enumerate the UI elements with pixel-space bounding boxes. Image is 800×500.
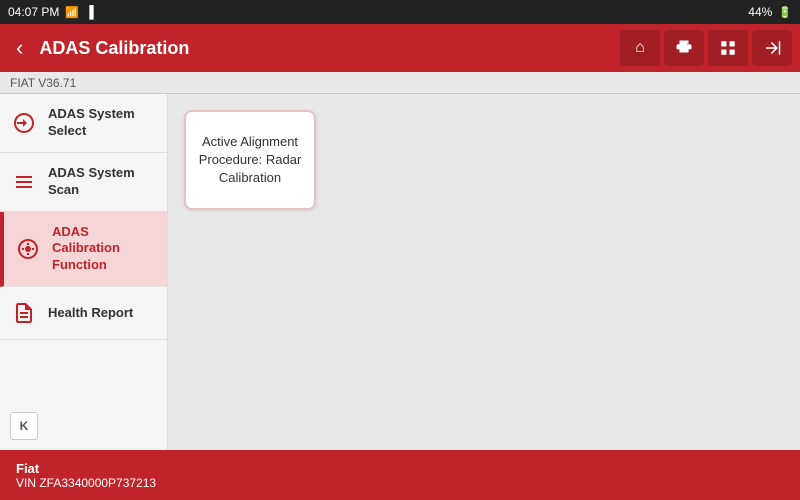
wifi-icon [65, 5, 79, 19]
active-alignment-label: Active Alignment Procedure: Radar Calibr… [196, 133, 304, 188]
content-area: ADAS System Select ADAS System Scan [0, 94, 800, 450]
back-button[interactable]: ‹ [8, 31, 31, 65]
vin-bar: Fiat VIN ZFA3340000P737213 [0, 450, 800, 500]
toolbar-actions: ⌂ [620, 30, 792, 66]
adas-system-select-icon [10, 109, 38, 137]
export-button[interactable] [752, 30, 792, 66]
time-display: 04:07 PM [8, 5, 59, 19]
status-left: 04:07 PM ▐ [8, 5, 94, 19]
adas-calibration-function-label: ADAS Calibration Function [52, 224, 157, 275]
version-bar: FIAT V36.71 [0, 72, 800, 94]
adas-system-scan-icon [10, 168, 38, 196]
status-bar: 04:07 PM ▐ 44% 🔋 [0, 0, 800, 24]
battery-icon: 🔋 [778, 6, 792, 19]
home-button[interactable]: ⌂ [620, 30, 660, 66]
adas-calibration-function-icon [14, 235, 42, 263]
adas-system-scan-label: ADAS System Scan [48, 165, 157, 199]
toolbar-title: ADAS Calibration [39, 38, 612, 59]
health-report-icon [10, 299, 38, 327]
signal-icon: ▐ [85, 5, 94, 19]
content-panel: Active Alignment Procedure: Radar Calibr… [168, 94, 800, 450]
vehicle-make: Fiat [16, 461, 784, 476]
print-button[interactable] [664, 30, 704, 66]
health-report-label: Health Report [48, 305, 133, 322]
active-alignment-card[interactable]: Active Alignment Procedure: Radar Calibr… [184, 110, 316, 210]
sidebar-collapse-button[interactable]: K [10, 412, 38, 440]
sidebar-item-adas-calibration-function[interactable]: ADAS Calibration Function [0, 212, 167, 288]
sidebar-item-adas-system-scan[interactable]: ADAS System Scan [0, 153, 167, 212]
sidebar-item-health-report[interactable]: Health Report [0, 287, 167, 340]
adas-system-select-label: ADAS System Select [48, 106, 157, 140]
toolbar: ‹ ADAS Calibration ⌂ [0, 24, 800, 72]
status-right: 44% 🔋 [748, 5, 792, 19]
version-text: FIAT V36.71 [10, 76, 76, 90]
sidebar: ADAS System Select ADAS System Scan [0, 94, 168, 450]
vehicle-vin: VIN ZFA3340000P737213 [16, 476, 784, 490]
sidebar-item-adas-system-select[interactable]: ADAS System Select [0, 94, 167, 153]
battery-percent: 44% [748, 5, 772, 19]
app-container: 04:07 PM ▐ 44% 🔋 ‹ ADAS Calibration ⌂ [0, 0, 800, 500]
adas-button[interactable] [708, 30, 748, 66]
